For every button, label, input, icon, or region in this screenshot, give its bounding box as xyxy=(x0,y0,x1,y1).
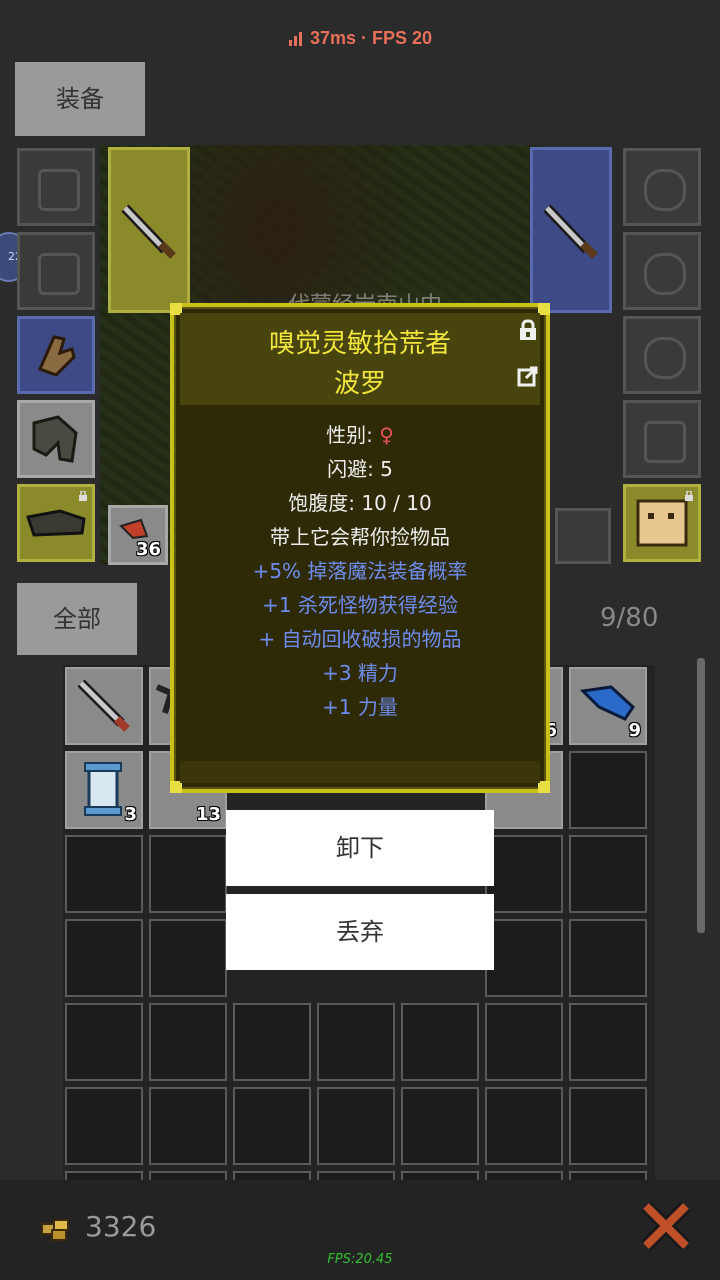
boots-slot[interactable] xyxy=(17,484,95,562)
equip-tab[interactable]: 装备 xyxy=(15,62,145,136)
inventory-slot[interactable] xyxy=(317,1003,395,1081)
pants-icon xyxy=(32,415,78,463)
fps-counter: FPS:20.45 xyxy=(327,1252,393,1267)
inventory-slot[interactable] xyxy=(485,919,563,997)
inventory-slot[interactable] xyxy=(317,1171,395,1180)
inventory-slot[interactable] xyxy=(569,835,647,913)
inventory-slot[interactable] xyxy=(317,1087,395,1165)
inventory-slot[interactable] xyxy=(401,1003,479,1081)
unequip-button[interactable]: 卸下 xyxy=(226,810,494,886)
ring-placeholder-icon xyxy=(644,337,686,379)
ring-placeholder-icon xyxy=(644,253,686,295)
inventory-count: 9/80 xyxy=(600,603,659,633)
item-tooltip: 嗅觉灵敏拾荒者 波罗 性别: ♀ 闪避: 5 饱腹度: 10 / 10 带上它会… xyxy=(170,303,550,793)
inventory-slot[interactable] xyxy=(401,1171,479,1180)
signal-icon xyxy=(288,32,302,47)
filter-all-tab[interactable]: 全部 xyxy=(17,583,137,655)
inventory-slot[interactable] xyxy=(485,1087,563,1165)
inventory-slot[interactable] xyxy=(569,1003,647,1081)
ring-slot-1[interactable] xyxy=(623,232,701,310)
inventory-slot[interactable] xyxy=(65,919,143,997)
inventory-slot[interactable]: 9 xyxy=(569,667,647,745)
item-qty: 3 xyxy=(124,804,137,825)
pet-placeholder-slot[interactable] xyxy=(623,400,701,478)
inventory-slot[interactable] xyxy=(569,1171,647,1180)
gloves-icon xyxy=(37,335,76,377)
inventory-slot[interactable] xyxy=(149,1171,227,1180)
inventory-slot[interactable] xyxy=(569,919,647,997)
tooltip-title: 嗅觉灵敏拾荒者 xyxy=(268,329,451,359)
inventory-slot[interactable] xyxy=(65,1003,143,1081)
inventory-slot[interactable] xyxy=(149,919,227,997)
inventory-slot[interactable]: 3 xyxy=(65,751,143,829)
gold-amount: 3326 xyxy=(85,1210,157,1243)
tooltip-footer xyxy=(180,761,540,783)
inventory-slot[interactable] xyxy=(65,667,143,745)
discard-button[interactable]: 丢弃 xyxy=(226,894,494,970)
item-qty: 13 xyxy=(195,804,221,825)
bonus-line: +3 精力 xyxy=(322,661,398,685)
satiety-stat: 饱腹度: 10 / 10 xyxy=(288,491,432,515)
inventory-slot[interactable] xyxy=(65,1087,143,1165)
inventory-slot[interactable] xyxy=(65,1171,143,1180)
inventory-slot[interactable] xyxy=(569,1087,647,1165)
network-status: 37ms · FPS 20 xyxy=(0,28,720,49)
pants-slot[interactable] xyxy=(17,400,95,478)
gender-label: 性别: xyxy=(326,423,380,447)
network-status-text: 37ms · FPS 20 xyxy=(309,28,433,48)
inventory-slot[interactable] xyxy=(485,835,563,913)
ring-slot-2[interactable] xyxy=(623,316,701,394)
helmet-placeholder-icon xyxy=(38,169,80,211)
sword-icon xyxy=(543,204,598,259)
external-link-icon[interactable] xyxy=(517,365,539,387)
inventory-slot[interactable] xyxy=(233,1171,311,1180)
tooltip-pet-name: 波罗 xyxy=(333,369,386,399)
horse-placeholder-icon xyxy=(644,421,686,463)
close-icon[interactable] xyxy=(640,1200,692,1252)
lock-icon[interactable] xyxy=(517,319,539,341)
gender-line: 性别: ♀ xyxy=(174,419,546,448)
inventory-slot[interactable] xyxy=(485,1003,563,1081)
sword-icon xyxy=(77,679,130,732)
armor-slot[interactable] xyxy=(17,232,95,310)
tooltip-header: 嗅觉灵敏拾荒者 波罗 xyxy=(180,313,540,405)
dodge-stat: 闪避: 5 xyxy=(327,457,393,481)
inventory-scrollbar[interactable] xyxy=(697,658,705,933)
item-qty: 9 xyxy=(628,720,641,741)
bonus-line: + 自动回收破损的物品 xyxy=(258,627,462,651)
inventory-slot[interactable] xyxy=(485,1171,563,1180)
lock-icon xyxy=(79,491,87,501)
inventory-slot[interactable] xyxy=(401,1087,479,1165)
bonus-line: +5% 掉落魔法装备概率 xyxy=(252,559,468,583)
inventory-slot[interactable] xyxy=(149,835,227,913)
gloves-slot[interactable] xyxy=(17,316,95,394)
lock-icon xyxy=(685,491,693,501)
amulet-placeholder-icon xyxy=(644,169,686,211)
quickslot[interactable]: 36 xyxy=(108,505,168,565)
bonus-line: +1 杀死怪物获得经验 xyxy=(262,593,458,617)
inventory-slot[interactable] xyxy=(149,1003,227,1081)
main-weapon-slot[interactable] xyxy=(108,147,190,313)
inventory-slot[interactable] xyxy=(65,835,143,913)
inventory-slot[interactable] xyxy=(569,751,647,829)
pet-slot[interactable] xyxy=(623,484,701,562)
inventory-slot[interactable] xyxy=(233,1087,311,1165)
gold-coins-icon xyxy=(41,1219,69,1241)
helmet-slot[interactable] xyxy=(17,148,95,226)
inventory-slot[interactable] xyxy=(233,1003,311,1081)
quickslot-empty[interactable] xyxy=(555,508,611,564)
female-icon: ♀ xyxy=(379,423,394,447)
inventory-slot[interactable] xyxy=(149,1087,227,1165)
bonus-line: +1 力量 xyxy=(322,695,398,719)
quickslot-qty: 36 xyxy=(135,539,161,560)
offhand-weapon-slot[interactable] xyxy=(530,147,612,313)
item-description: 带上它会帮你捡物品 xyxy=(270,525,450,549)
amulet-slot[interactable] xyxy=(623,148,701,226)
armor-placeholder-icon xyxy=(38,253,80,295)
sword-icon xyxy=(121,204,176,259)
